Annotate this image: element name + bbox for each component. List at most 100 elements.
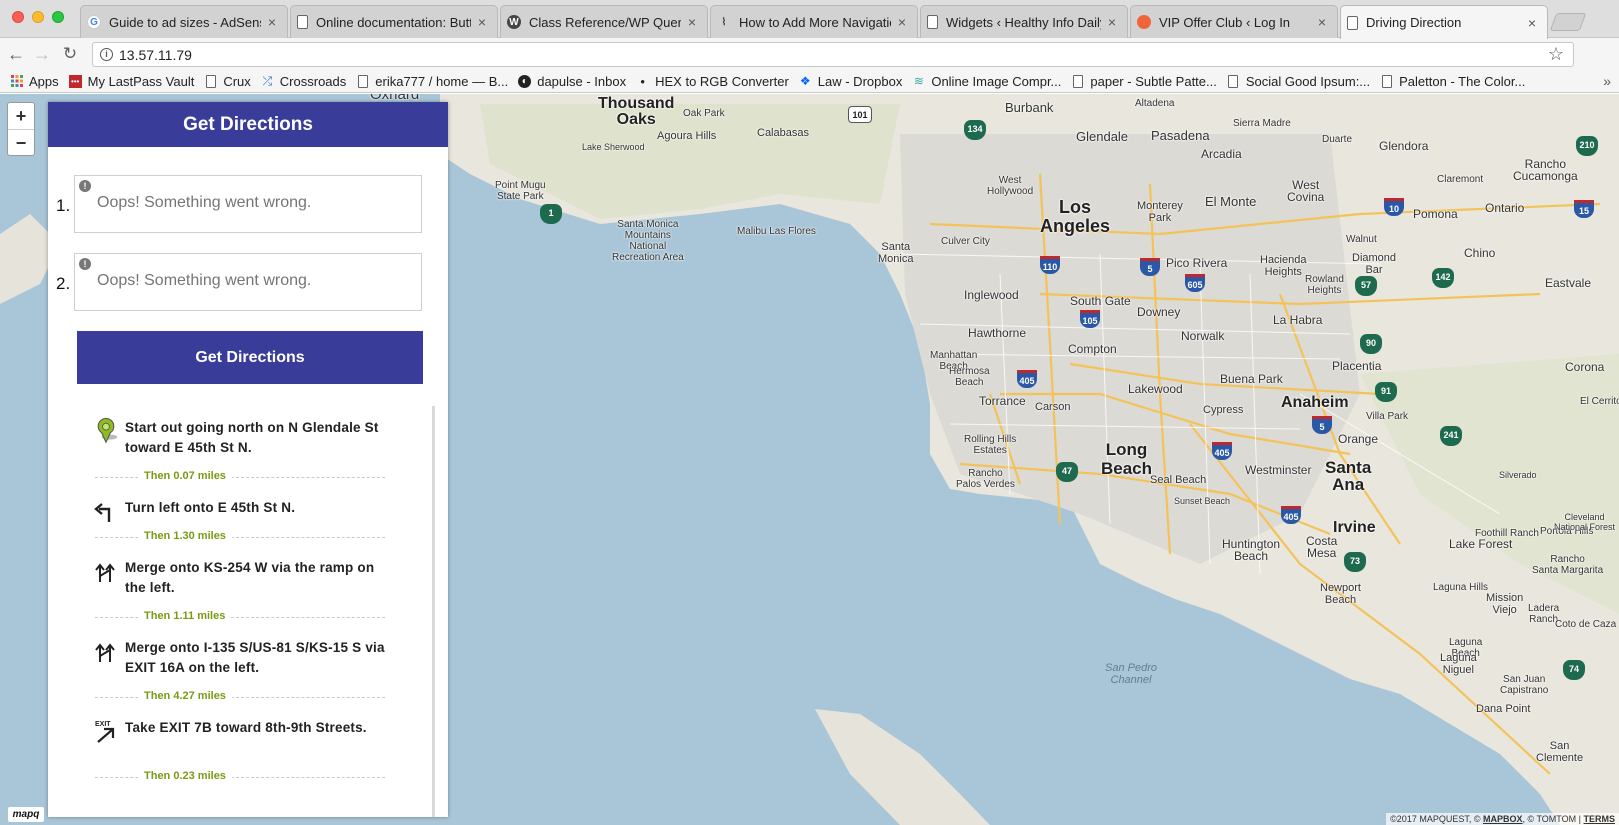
bookmark-item[interactable]: ••• My LastPass Vault	[68, 74, 194, 89]
interstate-shield-icon: 15	[1574, 200, 1594, 218]
browser-tab[interactable]: G Guide to ad sizes - AdSense ×	[80, 5, 288, 38]
bookmark-item[interactable]: Paletton - The Color...	[1380, 74, 1525, 89]
state-route-shield-icon: 90	[1360, 334, 1382, 354]
state-route-shield-icon: 210	[1576, 136, 1598, 156]
bookmark-item[interactable]: ⤮ Crossroads	[261, 74, 346, 89]
bookmark-label: paper - Subtle Patte...	[1090, 73, 1217, 89]
state-route-shield-icon: 73	[1344, 552, 1366, 572]
close-tab-icon[interactable]: ×	[895, 14, 909, 30]
waypoint-field[interactable]: !	[74, 175, 422, 233]
water-label: San Pedro Channel	[1105, 662, 1157, 686]
bookmark-item[interactable]: ◐ dapulse - Inbox	[518, 74, 626, 89]
distance-text: Then 0.23 miles	[138, 770, 232, 782]
bookmark-star-icon[interactable]: ☆	[1548, 44, 1564, 65]
step-text: Turn left onto E 45th St N.	[125, 500, 296, 515]
browser-tab[interactable]: Online documentation: Butt ×	[290, 5, 498, 38]
terms-link[interactable]: TERMS	[1584, 814, 1616, 824]
mapbox-link[interactable]: MAPBOX	[1483, 814, 1523, 824]
merge-icon	[95, 643, 115, 662]
step-distance: Then 0.07 miles	[95, 470, 385, 484]
browser-tab-active[interactable]: Driving Direction ×	[1340, 5, 1548, 39]
distance-text: Then 0.07 miles	[138, 470, 232, 482]
state-route-shield-icon: 47	[1056, 462, 1078, 482]
minimize-window-button[interactable]	[32, 11, 44, 23]
back-arrow-icon[interactable]: ←	[6, 44, 26, 64]
page-icon	[297, 15, 308, 29]
map-attribution: ©2017 MAPQUEST, © MAPBOX, © TOMTOM | TER…	[1386, 813, 1619, 825]
browser-tab[interactable]: W Class Reference/WP Query ×	[500, 5, 708, 38]
wordpress-icon: W	[507, 15, 521, 29]
state-route-shield-icon: 57	[1355, 276, 1377, 296]
mapquest-logo[interactable]: mapq	[8, 807, 44, 822]
origin-input[interactable]	[97, 194, 397, 212]
bookmark-item[interactable]: paper - Subtle Patte...	[1071, 73, 1217, 89]
page-icon	[204, 74, 217, 88]
us-route-shield-icon: 101	[848, 106, 872, 123]
place-label: Santa Monica	[878, 241, 914, 265]
zoom-in-button[interactable]: +	[8, 103, 34, 129]
close-tab-icon[interactable]: ×	[1315, 14, 1329, 30]
interstate-shield-icon: 105	[1080, 310, 1100, 328]
bookmark-label: Law - Dropbox	[817, 73, 903, 89]
place-label: Sunset Beach	[1174, 496, 1231, 506]
place-label: Laguna Niguel	[1440, 652, 1477, 676]
close-tab-icon[interactable]: ×	[1105, 14, 1119, 30]
bookmark-item[interactable]: Crux	[204, 74, 251, 89]
destination-input[interactable]	[97, 272, 397, 290]
browser-tab[interactable]: ⌇ How to Add More Navigatio ×	[710, 5, 918, 38]
interstate-shield-icon: 10	[1384, 198, 1404, 216]
reload-icon[interactable]: ↻	[60, 44, 80, 64]
close-tab-icon[interactable]: ×	[265, 14, 279, 30]
chevron-right-icon[interactable]: »	[1603, 73, 1611, 89]
exit-icon: EXIT	[95, 721, 115, 743]
place-label: Monterey Park	[1137, 200, 1183, 224]
place-label: Hacienda Heights	[1260, 254, 1307, 278]
place-label: Duarte	[1322, 134, 1353, 145]
url-text[interactable]: 13.57.11.79	[119, 47, 192, 63]
get-directions-button[interactable]: Get Directions	[77, 331, 423, 384]
turn-left-icon	[94, 503, 111, 522]
interstate-shield-icon: 5	[1140, 258, 1160, 276]
zoom-out-button[interactable]: −	[8, 129, 34, 155]
place-label: South Gate	[1070, 294, 1131, 308]
bookmark-item[interactable]: Apps	[10, 74, 59, 89]
waypoint-field[interactable]: !	[74, 253, 422, 311]
place-label: Santa Monica Mountains National Recreati…	[612, 219, 684, 263]
maximize-window-button[interactable]	[52, 11, 64, 23]
bookmark-item[interactable]: ❖ Law - Dropbox	[799, 73, 903, 89]
bookmark-item[interactable]: ≋ Online Image Compr...	[912, 74, 1062, 89]
new-tab-button[interactable]	[1549, 13, 1587, 31]
distance-text: Then 1.11 miles	[138, 610, 232, 622]
place-label: Coto de Caza	[1555, 619, 1617, 630]
bookmark-label: Paletton - The Color...	[1399, 73, 1526, 89]
browser-tab[interactable]: VIP Offer Club ‹ Log In ×	[1130, 5, 1338, 38]
bookmark-item[interactable]: ● HEX to RGB Converter	[636, 74, 789, 89]
place-label: Placentia	[1332, 359, 1382, 373]
address-bar[interactable]: i 13.57.11.79 ☆	[92, 42, 1574, 67]
place-label: Laguna Hills	[1433, 582, 1489, 593]
info-icon[interactable]: i	[100, 48, 113, 61]
forward-arrow-icon[interactable]: →	[32, 44, 52, 64]
interstate-shield-icon: 405	[1281, 506, 1301, 524]
panel-title: Get Directions	[48, 102, 448, 147]
bookmark-item[interactable]: Social Good Ipsum:...	[1227, 74, 1370, 89]
place-label: El Monte	[1205, 194, 1257, 209]
svg-text:EXIT: EXIT	[95, 721, 111, 728]
bookmark-item[interactable]: erika777 / home — B...	[356, 74, 508, 89]
interstate-shield-icon: 405	[1212, 442, 1232, 460]
browser-tab[interactable]: Widgets ‹ Healthy Info Daily ×	[920, 5, 1128, 38]
warning-icon: !	[79, 258, 91, 270]
place-label: Orange	[1338, 432, 1379, 446]
close-window-button[interactable]	[12, 11, 24, 23]
tab-label: Class Reference/WP Query	[529, 14, 681, 30]
state-route-shield-icon: 241	[1440, 426, 1462, 446]
interstate-shield-icon: 405	[1017, 370, 1037, 388]
step-distance: Then 0.23 miles	[95, 770, 385, 784]
close-tab-icon[interactable]: ×	[1525, 15, 1539, 31]
route-narrative[interactable]: Start out going north on N Glendale St t…	[65, 406, 435, 817]
close-tab-icon[interactable]: ×	[475, 14, 489, 30]
place-label: Silverado	[1499, 470, 1537, 480]
directions-panel: Get Directions 1. ! 2. ! Get Directions …	[48, 102, 448, 817]
bookmark-label: Apps	[29, 73, 59, 89]
close-tab-icon[interactable]: ×	[685, 14, 699, 30]
